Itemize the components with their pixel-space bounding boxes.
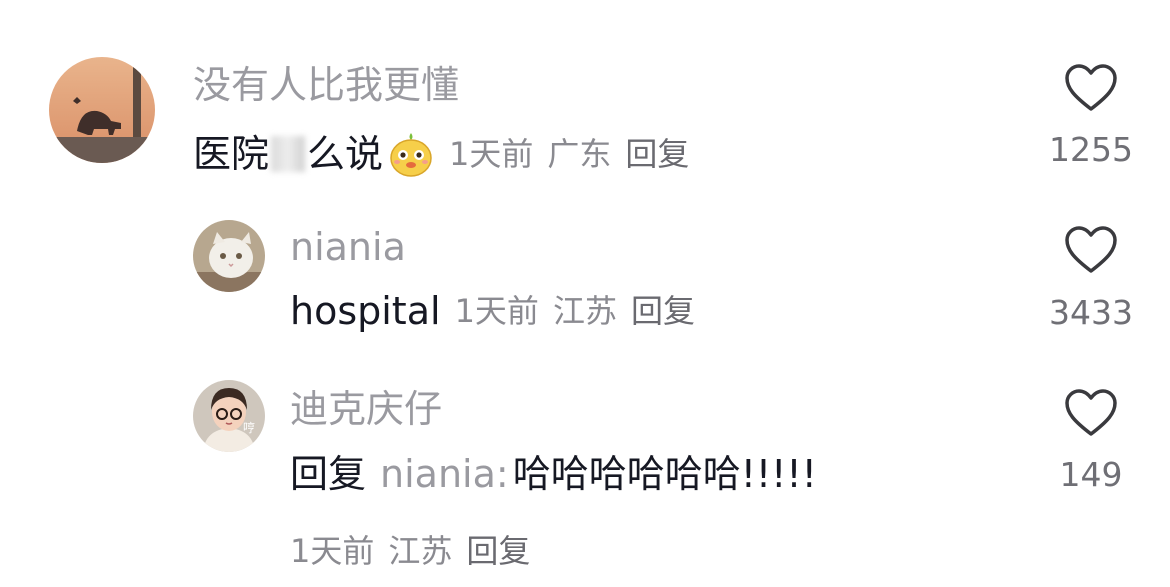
reply-button[interactable]: 回复 xyxy=(631,292,695,330)
username[interactable]: niania xyxy=(290,228,406,266)
heart-outline-icon[interactable] xyxy=(1064,388,1118,438)
comment-text: 回复 niania: 哈哈哈哈哈哈!!!!! xyxy=(290,455,817,493)
comment-meta: 1天前 江苏 回复 xyxy=(455,295,709,327)
comment-location: 广东 xyxy=(547,135,612,173)
comment-body: hospital xyxy=(290,289,441,333)
reply-button[interactable]: 回复 xyxy=(625,135,689,173)
avatar-badge-text: 哼 xyxy=(243,420,255,435)
avatar-comment-1[interactable] xyxy=(49,57,155,163)
comment-location: 江苏 xyxy=(388,532,453,570)
white-cat-avatar-image xyxy=(193,220,265,292)
avatar-comment-3[interactable]: 哼 xyxy=(193,380,265,452)
username[interactable]: 迪克庆仔 xyxy=(290,390,442,428)
comment-time: 1天前 xyxy=(290,532,375,570)
username[interactable]: 没有人比我更懂 xyxy=(193,66,459,104)
reply-prefix: 回复 xyxy=(290,452,367,496)
comment-2: niania hospital 1天前 江苏 回复 3433 xyxy=(0,190,1170,350)
mention-user[interactable]: niania: xyxy=(380,455,509,493)
avatar-comment-2[interactable] xyxy=(193,220,265,292)
like-button[interactable] xyxy=(1064,63,1118,117)
comment-text-part-1: 医院 xyxy=(193,132,270,176)
comment-location: 江苏 xyxy=(552,292,617,330)
heart-outline-icon[interactable] xyxy=(1064,225,1118,275)
dog-silhouette-avatar-image xyxy=(49,57,155,163)
comment-body: 哈哈哈哈哈哈!!!!! xyxy=(512,452,817,496)
like-count: 1255 xyxy=(1049,130,1133,169)
comment-meta: 1天前 江苏 回复 xyxy=(290,526,544,572)
comment-text-part-2: 么说 xyxy=(307,132,384,176)
like-button[interactable] xyxy=(1064,225,1118,279)
comment-meta: 1天前 广东 回复 xyxy=(449,138,703,170)
like-count: 149 xyxy=(1059,455,1123,494)
heart-outline-icon[interactable] xyxy=(1064,63,1118,113)
blurred-character xyxy=(271,136,306,172)
comment-time: 1天前 xyxy=(454,292,539,330)
like-count: 3433 xyxy=(1049,293,1133,332)
comment-text: hospital 1天前 江苏 回复 xyxy=(290,292,709,330)
comment-text: 医院 么说 1天前 广东 回复 xyxy=(193,130,703,178)
comment-meta-row: 1天前 江苏 回复 xyxy=(290,526,544,572)
like-button[interactable] xyxy=(1064,388,1118,442)
cartoon-girl-avatar-image: 哼 xyxy=(193,380,265,452)
chick-face-emoji-icon xyxy=(387,130,435,178)
comment-time: 1天前 xyxy=(449,135,534,173)
comment-3: 哼 迪克庆仔 回复 niania: 哈哈哈哈哈哈!!!!! 1天前 江苏 回复 14… xyxy=(0,350,1170,587)
comment-1: 没有人比我更懂 医院 么说 1天前 广东 回复 1255 xyxy=(0,0,1170,190)
reply-button[interactable]: 回复 xyxy=(466,532,530,570)
